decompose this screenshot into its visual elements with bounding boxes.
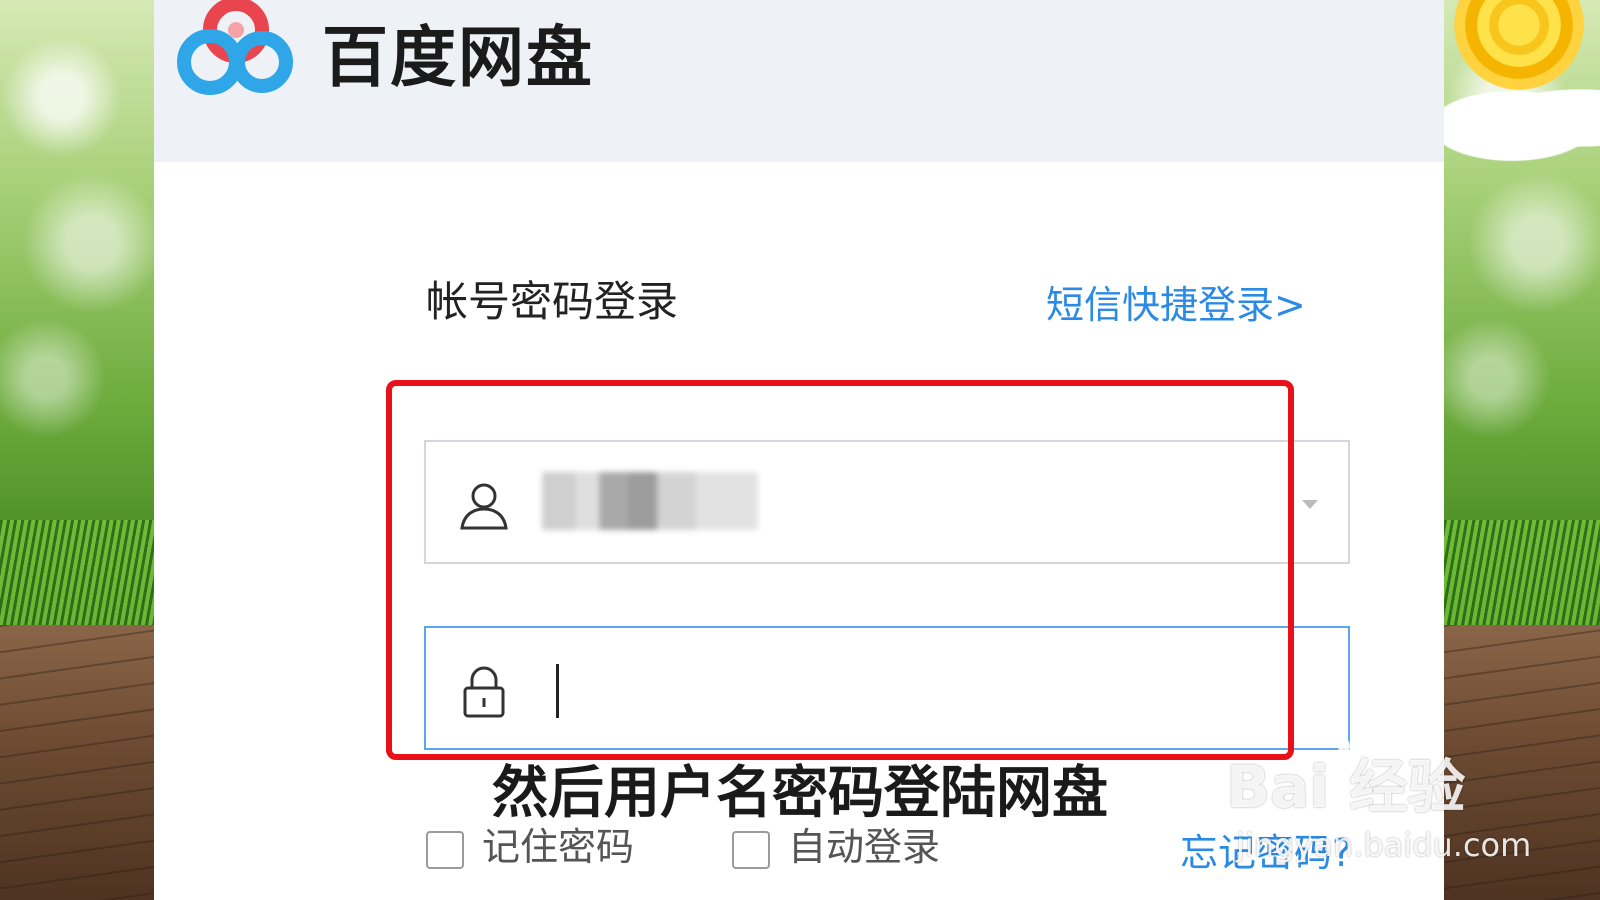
watermark-url: jingyan.baidu.com <box>1236 826 1532 864</box>
annotation-highlight-box <box>386 380 1294 760</box>
chevron-down-icon[interactable] <box>1302 500 1318 509</box>
login-method-title: 帐号密码登录 <box>426 277 679 326</box>
auto-login-label: 自动登录 <box>788 825 941 869</box>
watermark-brand: Bai 经验 <box>1226 753 1466 821</box>
auto-login-checkbox[interactable] <box>732 830 770 869</box>
remember-password-label: 记住密码 <box>482 825 635 869</box>
title-bar: 百度网盘 <box>154 0 1444 162</box>
remember-password-checkbox[interactable] <box>426 830 464 869</box>
baidu-netdisk-logo-icon <box>174 0 304 104</box>
app-title: 百度网盘 <box>322 19 594 96</box>
sms-login-link[interactable]: 短信快捷登录> <box>1046 274 1306 329</box>
cloud-decoration <box>1444 82 1600 162</box>
